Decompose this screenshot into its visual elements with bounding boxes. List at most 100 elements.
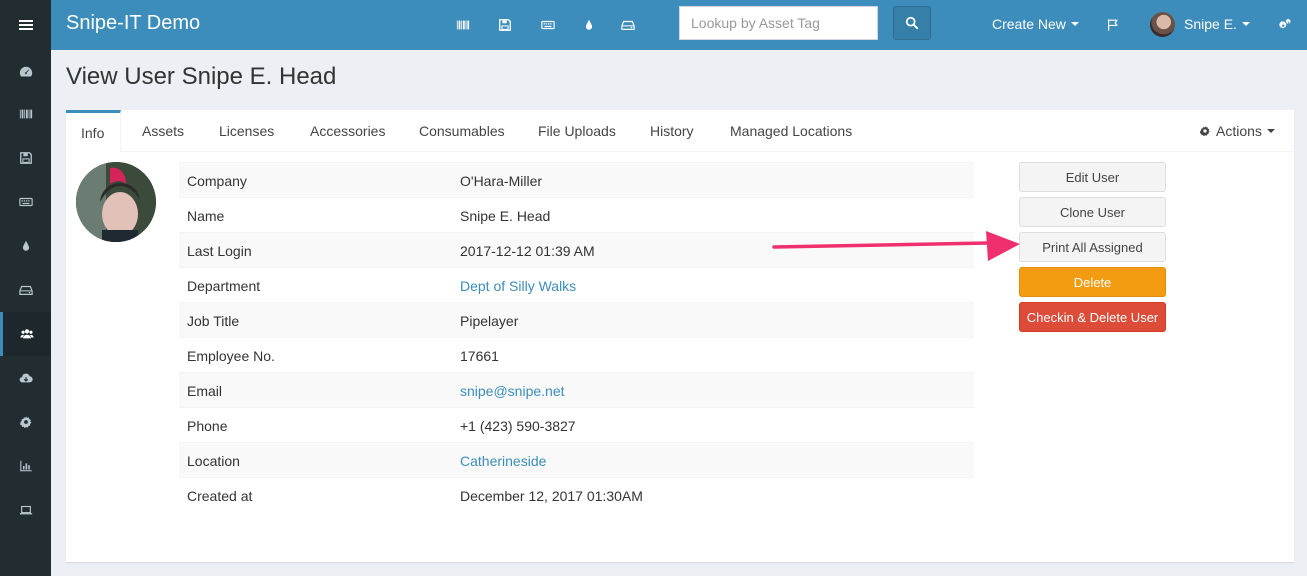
admin-settings-button[interactable]	[1276, 16, 1294, 34]
menu-toggle-button[interactable]	[0, 0, 51, 50]
detail-value-created-at: December 12, 2017 01:30AM	[460, 488, 643, 504]
table-row: Employee No. 17661	[179, 337, 974, 372]
user-profile-photo	[76, 162, 156, 242]
search-icon	[905, 16, 919, 30]
hamburger-icon	[18, 24, 33, 26]
checkin-delete-user-button[interactable]: Checkin & Delete User	[1019, 302, 1166, 332]
sidebar-item-assets[interactable]	[0, 92, 51, 136]
table-row: Name Snipe E. Head	[179, 197, 974, 232]
actions-dropdown[interactable]: Actions	[1199, 110, 1275, 152]
sidebar-item-settings[interactable]	[0, 400, 51, 444]
barcode-icon	[456, 20, 470, 30]
dashboard-icon	[19, 66, 32, 77]
asset-tag-lookup-input[interactable]	[679, 6, 878, 40]
sidebar-item-kiosk[interactable]	[0, 488, 51, 532]
user-detail-panel: Info Assets Licenses Accessories Consuma…	[66, 110, 1294, 562]
detail-value-last-login: 2017-12-12 01:39 AM	[460, 243, 595, 259]
profile-photo-image	[76, 162, 156, 242]
tint-icon	[22, 240, 29, 251]
cogs-icon	[1279, 18, 1291, 29]
sidebar-item-reports[interactable]	[0, 444, 51, 488]
detail-value-phone: +1 (423) 590-3827	[460, 418, 576, 434]
detail-label: Location	[187, 453, 240, 469]
sidebar-item-licenses[interactable]	[0, 136, 51, 180]
sidebar-item-dashboard[interactable]	[0, 50, 51, 94]
caret-down-icon	[1070, 22, 1079, 26]
flag-icon	[1108, 19, 1118, 31]
caret-down-icon	[1241, 22, 1250, 26]
search-button[interactable]	[893, 6, 931, 40]
detail-label: Employee No.	[187, 348, 275, 364]
keyboard-icon	[18, 197, 33, 207]
cloud-download-icon	[19, 373, 33, 383]
annotation-arrow-icon	[772, 231, 1020, 261]
print-all-assigned-button[interactable]: Print All Assigned	[1019, 232, 1166, 262]
table-row: Created at December 12, 2017 01:30AM	[179, 477, 974, 512]
department-link[interactable]: Dept of Silly Walks	[460, 278, 576, 294]
top-accessories-link[interactable]	[539, 16, 557, 34]
laptop-icon	[19, 505, 32, 515]
detail-value-employee-no: 17661	[460, 348, 499, 364]
save-icon	[19, 152, 32, 164]
brand-title[interactable]: Snipe-IT Demo	[66, 12, 200, 35]
detail-label: Company	[187, 173, 247, 189]
tab-accessories[interactable]: Accessories	[310, 110, 385, 152]
user-menu-label: Snipe E.	[1184, 16, 1237, 32]
detail-value-company: O'Hara-Miller	[460, 173, 543, 189]
keyboard-icon	[541, 20, 555, 30]
tab-history[interactable]: History	[650, 110, 694, 152]
detail-label: Email	[187, 383, 223, 399]
alerts-flag-button[interactable]	[1104, 16, 1122, 34]
table-row: Job Title Pipelayer	[179, 302, 974, 337]
top-licenses-link[interactable]	[496, 16, 514, 34]
top-components-link[interactable]	[619, 16, 637, 34]
hdd-icon	[621, 20, 635, 30]
detail-label: Created at	[187, 488, 253, 504]
user-avatar-small[interactable]	[1150, 12, 1175, 37]
user-info-table: Company O'Hara-Miller Name Snipe E. Head L…	[179, 162, 974, 512]
page-title: View User Snipe E. Head	[66, 63, 337, 90]
delete-button[interactable]: Delete	[1019, 267, 1166, 297]
actions-label: Actions	[1216, 123, 1262, 139]
tab-bar: Info Assets Licenses Accessories Consuma…	[66, 110, 1294, 152]
table-row: Location Catherineside	[179, 442, 974, 477]
tab-licenses[interactable]: Licenses	[219, 110, 274, 152]
tab-consumables[interactable]: Consumables	[419, 110, 505, 152]
sidebar-item-accessories[interactable]	[0, 180, 51, 224]
detail-value-name: Snipe E. Head	[460, 208, 551, 224]
cog-icon	[1199, 126, 1210, 137]
caret-down-icon	[1266, 129, 1275, 133]
detail-value-job-title: Pipelayer	[460, 313, 519, 329]
cog-icon	[19, 416, 31, 429]
save-icon	[499, 19, 511, 31]
top-consumables-link[interactable]	[580, 16, 598, 34]
detail-label: Department	[187, 278, 261, 294]
location-link[interactable]: Catherineside	[460, 453, 546, 469]
detail-label: Name	[187, 208, 225, 224]
table-row: Email snipe@snipe.net	[179, 372, 974, 407]
clone-user-button[interactable]: Clone User	[1019, 197, 1166, 227]
users-icon	[20, 329, 34, 339]
tab-assets[interactable]: Assets	[142, 110, 184, 152]
tint-icon	[585, 19, 593, 30]
tab-file-uploads[interactable]: File Uploads	[538, 110, 616, 152]
barcode-icon	[19, 109, 32, 119]
tab-managed-locations[interactable]: Managed Locations	[730, 110, 852, 152]
create-new-label: Create New	[992, 16, 1066, 32]
user-menu-dropdown[interactable]: Snipe E.	[1184, 16, 1250, 32]
tab-info[interactable]: Info	[66, 110, 121, 152]
sidebar	[0, 0, 51, 576]
sidebar-item-users[interactable]	[0, 312, 51, 356]
hdd-icon	[18, 285, 33, 295]
create-new-dropdown[interactable]: Create New	[992, 16, 1079, 32]
sidebar-item-components[interactable]	[0, 268, 51, 312]
top-assets-link[interactable]	[454, 16, 472, 34]
chart-icon	[19, 460, 32, 472]
edit-user-button[interactable]: Edit User	[1019, 162, 1166, 192]
sidebar-item-requestable[interactable]	[0, 356, 51, 400]
email-link[interactable]: snipe@snipe.net	[460, 383, 565, 399]
detail-label: Phone	[187, 418, 228, 434]
sidebar-item-consumables[interactable]	[0, 224, 51, 268]
detail-label: Job Title	[187, 313, 240, 329]
table-row: Company O'Hara-Miller	[179, 162, 974, 197]
